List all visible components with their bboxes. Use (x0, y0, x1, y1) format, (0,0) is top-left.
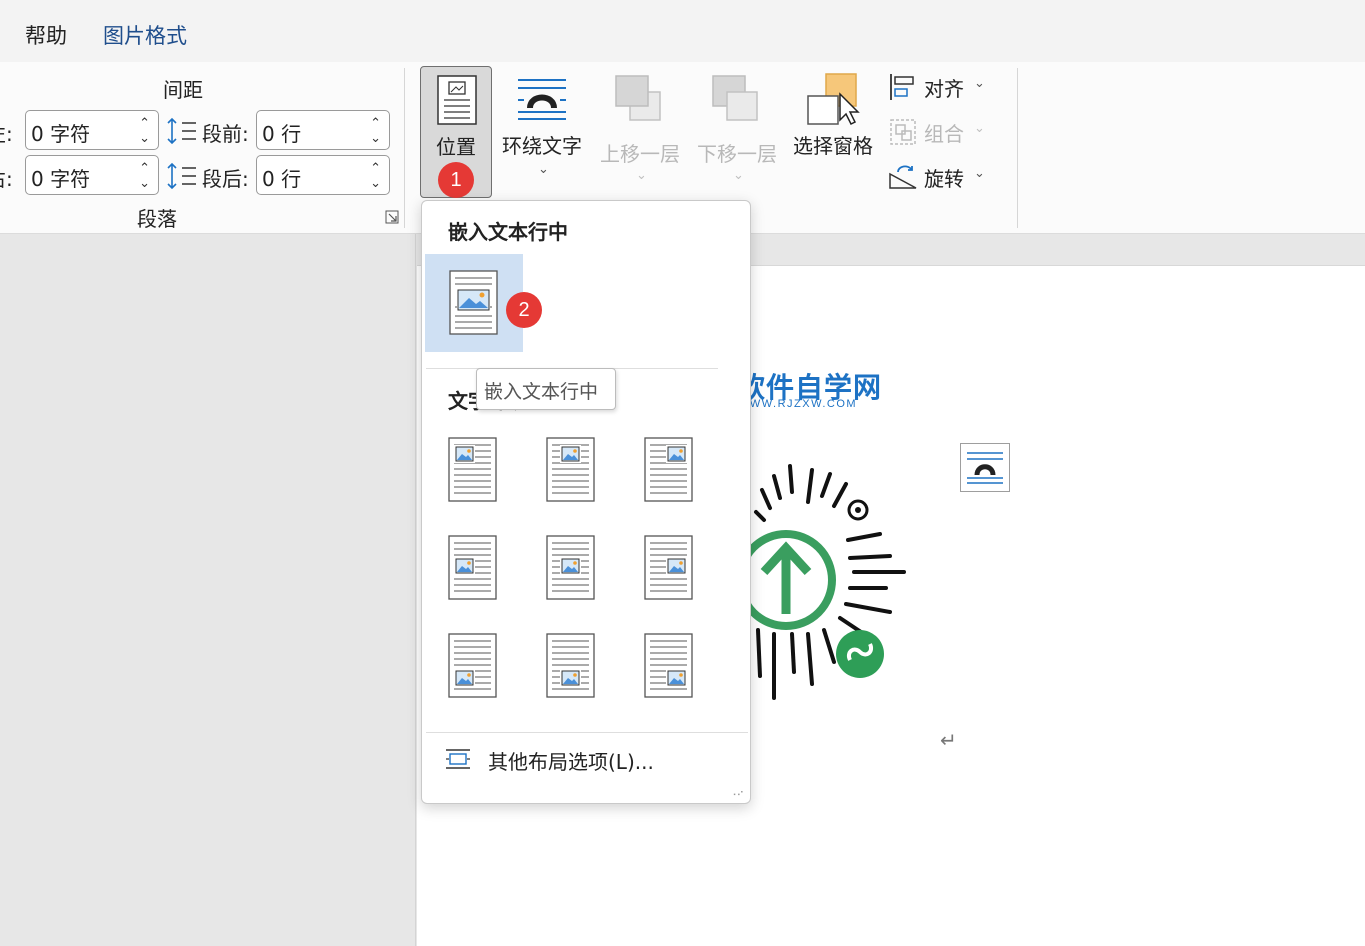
space-after-label: 段后: (202, 167, 249, 191)
wrap-position-bottom-right-icon[interactable] (644, 633, 694, 699)
bring-forward-button[interactable]: 上移一层 ⌄ (594, 70, 686, 183)
wrap-text-icon (967, 452, 1003, 484)
send-backward-label: 下移一层 (697, 142, 777, 166)
more-layout-options[interactable]: 其他布局选项(L)... (488, 746, 654, 775)
wrap-position-middle-left-icon[interactable] (448, 535, 498, 601)
space-before-label: 段前: (202, 122, 249, 146)
rotate-label: 旋转 (924, 167, 964, 191)
chevron-down-icon: ⌄ (538, 162, 549, 177)
spin-down-icon[interactable]: ⌄ (139, 132, 150, 145)
tooltip: 嵌入文本行中 (476, 368, 616, 410)
wrap-position-bottom-center-icon[interactable] (546, 633, 596, 699)
chevron-down-icon: ⌄ (733, 168, 744, 183)
spin-down-icon[interactable]: ⌄ (139, 177, 150, 190)
layout-options-button[interactable] (960, 443, 1010, 492)
ribbon-tab-bar: 帮助 图片格式 (0, 0, 1365, 62)
space-before-field[interactable]: 0 行 ⌃ ⌄ (256, 110, 390, 150)
wrap-position-bottom-left-icon[interactable] (448, 633, 498, 699)
wrap-text-icon (518, 79, 566, 120)
bring-forward-icon (615, 75, 661, 121)
right-indent-value: 0 字符 (31, 167, 91, 191)
wrap-position-top-center-icon[interactable] (546, 437, 596, 503)
inline-layout-icon (449, 270, 498, 335)
space-before-icon (167, 117, 196, 145)
selection-pane-icon (807, 73, 860, 126)
align-label: 对齐 (924, 77, 964, 101)
spin-up-icon[interactable]: ⌃ (370, 162, 381, 175)
wrap-text-label: 环绕文字 (502, 134, 582, 158)
spin-down-icon[interactable]: ⌄ (370, 177, 381, 190)
group-separator (1017, 68, 1018, 228)
space-after-value: 0 行 (262, 167, 302, 191)
spin-down-icon[interactable]: ⌄ (370, 132, 381, 145)
paragraph-group-label: 段落 (137, 207, 177, 231)
step-badge-1: 1 (438, 162, 474, 198)
left-indent-value: 0 字符 (31, 122, 91, 146)
resize-grip-icon[interactable]: ⠠⠔ (729, 788, 744, 799)
wrap-position-middle-right-icon[interactable] (644, 535, 694, 601)
step-badge-2: 2 (506, 292, 542, 328)
spin-up-icon[interactable]: ⌃ (139, 117, 150, 130)
position-label: 位置 (436, 135, 476, 159)
position-dropdown: 嵌入文本行中 2 文字环绕 其他布局选项(L)... ⠠⠔ (421, 200, 751, 804)
document-margin (0, 234, 416, 946)
left-indent-field[interactable]: 0 字符 ⌃ ⌄ (25, 110, 159, 150)
tab-picture-format[interactable]: 图片格式 (103, 20, 187, 50)
wrap-text-button[interactable]: 环绕文字 ⌄ (496, 70, 588, 182)
section-divider (426, 732, 748, 733)
dialog-launcher-icon[interactable] (385, 210, 399, 224)
right-indent-label: 右: (0, 167, 13, 191)
space-before-value: 0 行 (262, 122, 302, 146)
group-separator (404, 68, 405, 228)
bring-forward-label: 上移一层 (600, 142, 680, 166)
chevron-down-icon: ⌄ (974, 121, 985, 136)
group-objects-icon (890, 119, 916, 145)
chevron-down-icon: ⌄ (974, 76, 985, 91)
wrap-position-top-left-icon[interactable] (448, 437, 498, 503)
inline-heading: 嵌入文本行中 (448, 220, 568, 244)
left-indent-label: 左: (0, 122, 13, 146)
send-backward-icon (712, 75, 758, 121)
space-after-icon (167, 162, 196, 190)
align-icon (890, 74, 914, 100)
send-backward-button[interactable]: 下移一层 ⌄ (691, 70, 783, 183)
selection-pane-label: 选择窗格 (793, 134, 873, 158)
spin-up-icon[interactable]: ⌃ (370, 117, 381, 130)
space-after-field[interactable]: 0 行 ⌃ ⌄ (256, 155, 390, 195)
watermark-url: WWW.RJZXW.COM (738, 398, 858, 410)
chevron-down-icon: ⌄ (974, 166, 985, 181)
tab-help[interactable]: 帮助 (25, 20, 67, 50)
group-label: 组合 (924, 122, 964, 146)
paragraph-mark: ↵ (940, 728, 957, 752)
chevron-down-icon: ⌄ (636, 168, 647, 183)
layout-options-icon (446, 749, 470, 769)
mini-program-code-image[interactable] (750, 462, 910, 702)
position-icon (437, 75, 477, 125)
rotate-icon (889, 165, 917, 189)
wrap-position-top-right-icon[interactable] (644, 437, 694, 503)
selection-pane-button[interactable]: 选择窗格 (788, 70, 878, 182)
spin-up-icon[interactable]: ⌃ (139, 162, 150, 175)
right-indent-field[interactable]: 0 字符 ⌃ ⌄ (25, 155, 159, 195)
wrap-position-middle-center-icon[interactable] (546, 535, 596, 601)
spacing-heading: 间距 (163, 78, 203, 102)
